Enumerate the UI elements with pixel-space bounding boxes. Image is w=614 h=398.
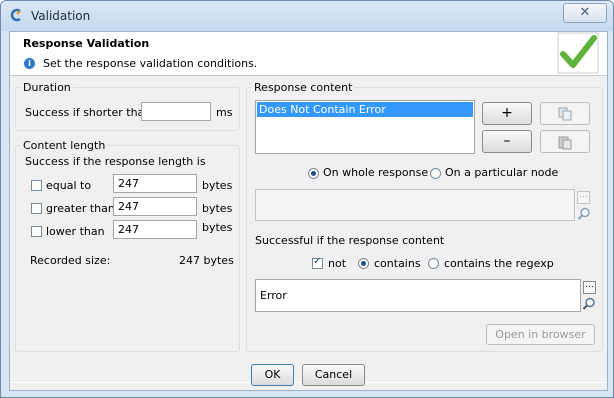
not-checkbox[interactable]	[312, 256, 323, 269]
close-button[interactable]: ✕	[563, 3, 607, 23]
cancel-button[interactable]: Cancel	[302, 364, 365, 386]
list-item[interactable]: Does Not Contain Error	[257, 102, 473, 117]
greater-than-label: greater than	[46, 202, 115, 215]
plus-icon: +	[501, 105, 513, 121]
remove-button[interactable]: –	[482, 130, 532, 153]
ellipsis-icon: ...	[579, 190, 588, 200]
pattern-browse-button[interactable]: ...	[583, 281, 596, 294]
ok-button[interactable]: OK	[251, 364, 294, 386]
contains-radio[interactable]	[358, 258, 369, 269]
whole-response-radio[interactable]	[308, 168, 319, 179]
particular-node-label: On a particular node	[445, 166, 559, 179]
pattern-input[interactable]	[255, 279, 581, 312]
app-icon	[10, 8, 21, 22]
minus-icon: –	[503, 133, 511, 149]
contains-label: contains	[374, 257, 421, 270]
node-input[interactable]	[255, 189, 575, 221]
copy-icon	[558, 107, 572, 121]
open-in-browser-button[interactable]: Open in browser	[486, 324, 595, 345]
lower-than-input[interactable]	[113, 220, 197, 239]
copy-button[interactable]	[540, 102, 590, 125]
greater-than-unit: bytes	[202, 202, 233, 215]
content-length-group-label: Content length	[21, 139, 108, 152]
recorded-size-value: 247 bytes	[179, 254, 234, 267]
duration-input[interactable]	[141, 102, 211, 121]
equal-to-input[interactable]	[113, 174, 197, 193]
equal-to-checkbox[interactable]	[31, 180, 42, 191]
content-length-subtitle: Success if the response length is	[25, 155, 206, 168]
close-icon: ✕	[579, 5, 591, 20]
lower-than-checkbox[interactable]	[31, 226, 42, 237]
header-title: Response Validation	[23, 37, 150, 50]
equal-to-unit: bytes	[202, 179, 233, 192]
validation-list[interactable]: Does Not Contain Error	[255, 100, 475, 154]
lower-than-label: lower than	[46, 225, 105, 238]
response-content-group-label: Response content	[252, 81, 355, 94]
validation-dialog: Validation ✕ Response Validation i Set t…	[0, 0, 614, 398]
lower-than-unit: bytes	[202, 221, 233, 234]
whole-response-label: On whole response	[323, 166, 429, 179]
duration-label: Success if shorter than	[25, 106, 152, 119]
checkmark-icon	[557, 32, 599, 74]
greater-than-checkbox[interactable]	[31, 203, 42, 214]
greater-than-input[interactable]	[113, 197, 197, 216]
dialog-header: Response Validation i Set the response v…	[10, 32, 607, 76]
add-button[interactable]: +	[482, 102, 532, 125]
title-bar: Validation ✕	[1, 1, 613, 31]
info-icon: i	[24, 58, 35, 69]
ellipsis-icon: ...	[585, 280, 594, 290]
paste-button[interactable]	[540, 130, 590, 153]
node-magnify-icon[interactable]	[577, 207, 591, 221]
header-description: Set the response validation conditions.	[43, 57, 258, 70]
dialog-body: Response Validation i Set the response v…	[9, 31, 608, 391]
duration-unit: ms	[216, 106, 233, 119]
particular-node-radio[interactable]	[430, 168, 441, 179]
not-label: not	[328, 257, 347, 270]
window-title: Validation	[31, 9, 91, 23]
node-browse-button[interactable]: ...	[577, 191, 590, 204]
paste-icon	[558, 136, 572, 150]
pattern-magnify-icon[interactable]	[582, 297, 596, 311]
successful-if-label: Successful if the response content	[255, 234, 445, 247]
duration-group-label: Duration	[21, 81, 73, 94]
regexp-radio[interactable]	[428, 258, 439, 269]
equal-to-label: equal to	[46, 179, 92, 192]
recorded-size-label: Recorded size:	[30, 254, 111, 267]
regexp-label: contains the regexp	[444, 257, 554, 270]
